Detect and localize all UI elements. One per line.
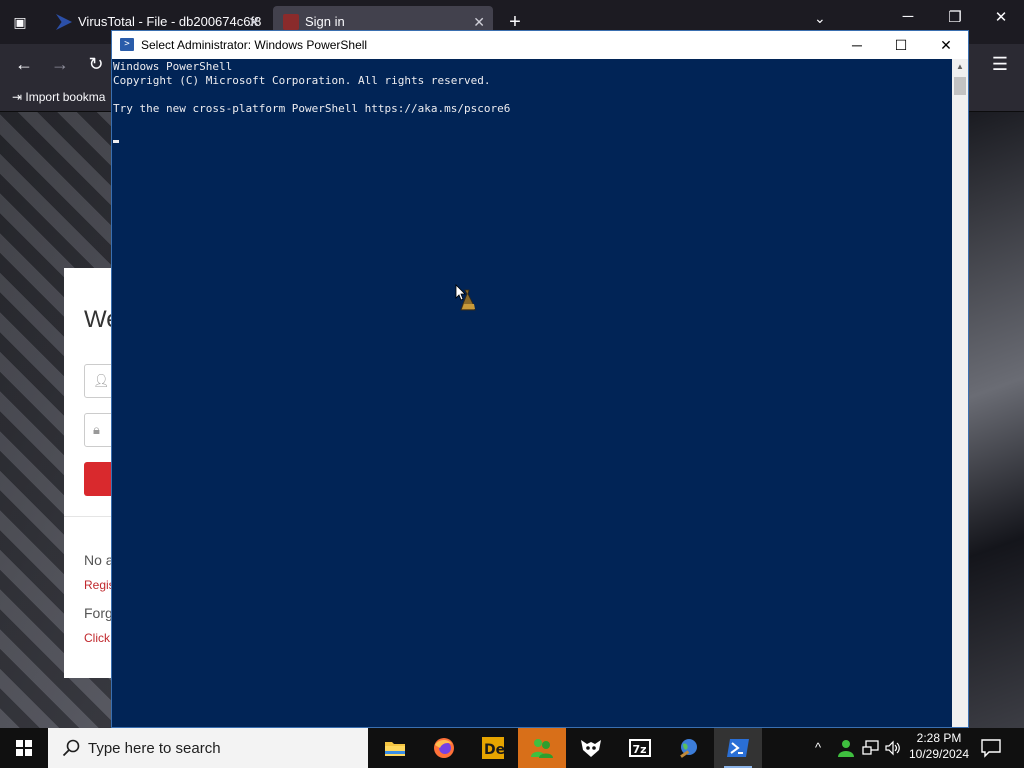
tab-title: Sign in xyxy=(305,14,345,29)
lock-icon: 🔒︎ xyxy=(93,422,100,437)
close-icon[interactable]: ✕ xyxy=(986,8,1016,26)
import-bookmarks-button[interactable]: ⇥ Import bookma xyxy=(12,90,105,104)
powershell-window[interactable]: > Select Administrator: Windows PowerShe… xyxy=(111,30,969,728)
taskbar-network-tool[interactable] xyxy=(665,728,713,768)
search-placeholder: Type here to search xyxy=(88,740,221,757)
powershell-icon xyxy=(727,739,749,757)
people-icon xyxy=(531,739,553,758)
taskbar-people-app[interactable] xyxy=(518,728,566,768)
clock-date: 10/29/2024 xyxy=(908,747,970,761)
svg-text:De: De xyxy=(484,742,505,758)
search-icon xyxy=(62,739,80,757)
dependency-walker-icon: De xyxy=(482,737,505,759)
vertical-scrollbar[interactable]: ▲ xyxy=(952,59,968,727)
site-favicon-icon xyxy=(283,14,299,30)
powershell-icon: > xyxy=(120,38,134,51)
back-button[interactable]: ← xyxy=(10,52,38,76)
minimize-icon[interactable]: ─ xyxy=(842,35,872,55)
notification-icon[interactable] xyxy=(980,738,1002,758)
windows-logo-icon xyxy=(16,740,32,756)
folder-icon xyxy=(385,742,405,756)
menu-icon[interactable]: ☰ xyxy=(986,52,1014,76)
globe-magnifier-icon xyxy=(680,739,697,758)
taskbar-7zip[interactable]: 7z xyxy=(616,728,664,768)
user-icon: 👤︎ xyxy=(93,373,110,388)
console-line: Copyright (C) Microsoft Corporation. All… xyxy=(113,74,491,87)
no-account-text: No a xyxy=(84,552,114,568)
firefox-icon xyxy=(434,738,454,758)
scroll-up-icon[interactable]: ▲ xyxy=(952,59,968,75)
taskbar-ida-freeware[interactable] xyxy=(567,728,615,768)
chevron-up-icon[interactable]: ^ xyxy=(815,740,821,755)
restore-icon[interactable]: ❐ xyxy=(940,8,970,26)
list-all-tabs-button[interactable]: ▣ xyxy=(6,10,34,34)
clock-time: 2:28 PM xyxy=(916,731,962,745)
taskbar-file-explorer[interactable] xyxy=(371,728,419,768)
taskbar-firefox[interactable] xyxy=(420,728,468,768)
minimize-icon[interactable]: ─ xyxy=(893,8,923,25)
start-button[interactable] xyxy=(0,728,48,768)
window-title: Select Administrator: Windows PowerShell xyxy=(141,38,368,52)
taskbar-clock[interactable]: 2:28 PM 10/29/2024 xyxy=(903,731,975,761)
console-line: Windows PowerShell xyxy=(113,60,233,73)
volume-icon[interactable] xyxy=(884,739,902,757)
maximize-icon[interactable]: ☐ xyxy=(886,35,916,55)
network-icon[interactable] xyxy=(862,739,880,757)
powershell-title-bar[interactable]: > Select Administrator: Windows PowerShe… xyxy=(112,31,968,59)
powershell-console[interactable]: Windows PowerShell Copyright (C) Microso… xyxy=(112,59,952,727)
forgot-password-text: Forg xyxy=(84,605,113,621)
svg-text:7z: 7z xyxy=(633,743,647,756)
import-bookmarks-label: Import bookma xyxy=(25,90,106,104)
taskbar-powershell[interactable] xyxy=(714,728,762,768)
7zip-icon: 7z xyxy=(629,739,651,757)
tab-title: VirusTotal - File - db200674c6f8 xyxy=(78,14,262,29)
ida-icon xyxy=(581,740,601,757)
text-cursor xyxy=(113,140,119,143)
busy-cursor-icon xyxy=(455,284,476,311)
people-tray-icon[interactable] xyxy=(837,738,855,758)
taskbar-dependency-walker[interactable]: De xyxy=(469,728,517,768)
taskbar: Type here to search De 7z ^ 2:28 PM 10/2… xyxy=(0,728,1024,768)
forward-button[interactable]: → xyxy=(46,52,74,76)
reset-password-link[interactable]: Click xyxy=(84,631,110,645)
scrollbar-thumb[interactable] xyxy=(954,77,966,95)
chevron-down-icon[interactable]: ⌄ xyxy=(814,10,826,27)
console-line: Try the new cross-platform PowerShell ht… xyxy=(113,102,511,115)
taskbar-search-box[interactable]: Type here to search xyxy=(48,728,368,768)
import-icon: ⇥ xyxy=(12,90,23,104)
background-photo xyxy=(968,112,1024,728)
virustotal-icon xyxy=(56,14,72,30)
close-icon[interactable]: ✕ xyxy=(931,35,961,55)
reload-button[interactable]: ↻ xyxy=(82,52,110,76)
